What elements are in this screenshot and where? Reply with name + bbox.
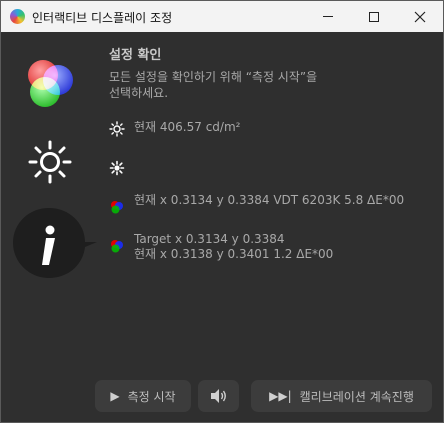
brightness-value: 현재 406.57 cd/m²: [134, 120, 241, 134]
maximize-button[interactable]: [351, 1, 397, 32]
sun-small-icon: [109, 121, 125, 137]
sidebar: [1, 32, 101, 422]
rgb-balance-row: Target x 0.3134 y 0.3384 현재 x 0.3138 y 0…: [109, 232, 333, 262]
continue-calibration-button[interactable]: ▶▶| 캘리브레이션 계속진행: [251, 380, 432, 412]
sound-button[interactable]: [198, 380, 239, 412]
current-value: 현재 x 0.3138 y 0.3401 1.2 ΔE*00: [134, 247, 334, 261]
contrast-row: [109, 160, 134, 176]
app-window: 인터랙티브 디스플레이 조정 설정 확인 모든 설정을 확인하기 위해 “측정 …: [0, 0, 444, 423]
close-button[interactable]: [397, 1, 443, 32]
target-value: Target x 0.3134 y 0.3384: [134, 232, 285, 246]
info-icon[interactable]: [13, 207, 99, 279]
window-title: 인터랙티브 디스플레이 조정: [32, 11, 173, 25]
instructions-line-2: 선택하세요.: [109, 86, 169, 100]
white-point-value: 현재 x 0.3134 y 0.3384 VDT 6203K 5.8 ΔE*00: [134, 193, 405, 207]
rgb-calibration-icon[interactable]: [23, 56, 79, 112]
start-measurement-button[interactable]: ▶ 측정 시작: [95, 380, 191, 412]
close-icon: [414, 11, 426, 22]
rgb-balance-icon: [111, 240, 123, 253]
play-icon: ▶: [110, 389, 120, 403]
app-icon: [10, 9, 25, 24]
white-point-row: 현재 x 0.3134 y 0.3384 VDT 6203K 5.8 ΔE*00: [109, 193, 404, 215]
speaker-icon: [210, 389, 226, 403]
maximize-icon: [369, 11, 379, 22]
instructions-line-1: 모든 설정을 확인하기 위해 “측정 시작”을: [109, 70, 318, 84]
continue-calibration-label: 캘리브레이션 계속진행: [299, 389, 414, 404]
instructions-text: 모든 설정을 확인하기 위해 “측정 시작”을 선택하세요.: [109, 69, 429, 101]
rgb-balance-text: Target x 0.3134 y 0.3384 현재 x 0.3138 y 0…: [134, 232, 333, 262]
brightness-icon[interactable]: [28, 140, 72, 184]
minimize-icon: [323, 16, 333, 17]
skip-forward-icon: ▶▶|: [269, 389, 292, 403]
brightness-row: 현재 406.57 cd/m²: [109, 120, 240, 137]
title-bar: 인터랙티브 디스플레이 조정: [1, 1, 443, 32]
start-measurement-label: 측정 시작: [127, 389, 176, 404]
minimize-button[interactable]: [305, 1, 351, 32]
sun-dim-icon: [109, 160, 125, 176]
page-title: 설정 확인: [109, 48, 162, 63]
rgb-small-icon: [111, 201, 123, 214]
